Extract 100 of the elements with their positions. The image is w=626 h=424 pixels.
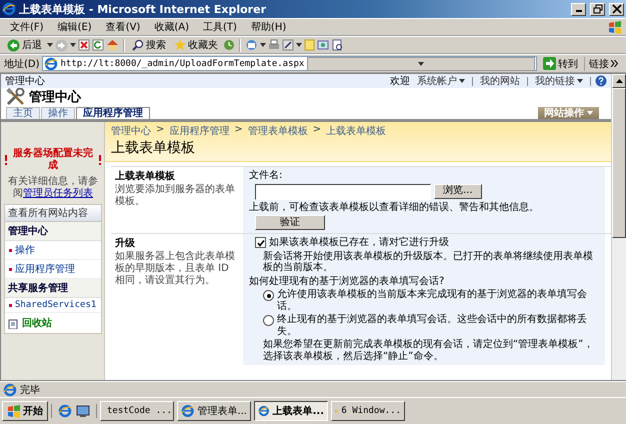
breadcrumb-separator: > [234, 124, 243, 137]
browser-icon [181, 404, 194, 418]
site-title: 管理中心 [29, 88, 81, 106]
menu-item[interactable]: 编辑(E) [52, 20, 98, 34]
address-field[interactable]: http://lt:8000/_admin/UploadFormTemplate.aspx [42, 56, 537, 71]
radio-label: 允许使用该表单模板的当前版本来完成现有的基于浏览器的表单填写会话。 [277, 289, 588, 312]
warning-text: 服务器场配置未完成 [12, 148, 94, 172]
breadcrumb-link[interactable]: 管理表单模板 [248, 124, 308, 138]
upgrade-checkbox[interactable] [255, 237, 266, 248]
start-button[interactable]: 开始 [2, 401, 48, 421]
browser-icon [258, 404, 270, 418]
menu-item[interactable]: 文件(F) [4, 20, 50, 34]
menu-item[interactable]: 工具(T) [197, 20, 243, 34]
up-arrow-icon [616, 79, 622, 83]
back-button[interactable]: 后退 [4, 37, 45, 53]
info-text: 有关详细信息，请参阅管理员任务列表 [7, 176, 99, 200]
verify-button[interactable]: 验证 [255, 215, 325, 230]
checkbox-label: 如果该表单模板已存在，请对它进行升级 [269, 237, 449, 248]
breadcrumb-separator: > [156, 124, 164, 137]
view-all-content-link[interactable]: 查看所有网站内容 [5, 205, 101, 222]
search-button[interactable]: 搜索 [129, 37, 169, 53]
checkmark-icon [256, 238, 264, 247]
warning-icon [98, 155, 102, 165]
radio-label: 终止现有的基于浏览器的表单填写会话。这些会话中的所有数据都将丢失。 [277, 314, 588, 337]
quiesce-note: 如果您希望在更新前完成表单模板的现有会话，请定位到“管理表单模板”，选择该表单模板，然后选择“静止”命令。 [262, 339, 594, 362]
upload-hint: 上载前，可检查该表单模板以查看详细的错误、警告和其他信息。 [249, 202, 540, 213]
star-icon [174, 39, 186, 51]
back-menu-caret-icon [47, 43, 53, 47]
section-title: 升级 [115, 238, 136, 250]
browse-button[interactable]: 浏览... [434, 184, 482, 198]
breadcrumb-separator: > [312, 124, 322, 137]
section-description: 如果服务器上包含此表单模板的早期版本，且表单 ID 相同，请设置其行为。 [115, 251, 235, 286]
taskbar-button[interactable]: 上载表单... [254, 401, 328, 421]
minimize-button[interactable] [571, 2, 586, 16]
menu-item[interactable]: 帮助(H) [244, 20, 292, 34]
nav-heading[interactable]: 管理中心 [5, 222, 101, 241]
history-icon[interactable] [223, 39, 235, 51]
warning-icon [4, 155, 8, 165]
refresh-icon[interactable] [92, 39, 104, 51]
my-site-link[interactable]: 我的网站 [477, 74, 523, 88]
scrollbar[interactable] [611, 74, 626, 380]
windows-logo-icon [608, 20, 622, 34]
recycle-bin-link[interactable]: 回收站 [22, 316, 52, 330]
restore-icon [592, 4, 602, 14]
help-icon[interactable] [595, 75, 607, 87]
breadcrumb-link[interactable]: 上载表单模板 [326, 124, 386, 138]
search-icon [132, 39, 144, 51]
file-name-label: 文件名: [249, 170, 284, 182]
breadcrumb-link[interactable]: 管理中心 [111, 124, 151, 138]
task-list-link[interactable]: 管理员任务列表 [23, 188, 93, 199]
nav-item[interactable]: 操作 [5, 241, 101, 260]
my-links-menu[interactable]: 我的链接 [532, 74, 586, 88]
session-radio[interactable] [263, 315, 274, 326]
breadcrumb-link[interactable]: 应用程序管理 [169, 124, 230, 138]
taskbar-button[interactable]: 管理表单... [177, 401, 251, 421]
user-menu[interactable]: 系统帐户 [414, 74, 468, 88]
menu-item[interactable]: 收藏(A) [148, 20, 195, 34]
chevron-icon [611, 60, 618, 67]
edit-icon[interactable] [282, 39, 294, 51]
browser-icon [2, 2, 16, 16]
taskbar-button[interactable]: 6 Window... [331, 401, 405, 421]
messenger-icon[interactable] [317, 39, 329, 51]
stop-icon[interactable] [78, 39, 90, 51]
go-button[interactable]: 转到 [539, 56, 582, 70]
arrow-icon [543, 57, 556, 70]
desktop-icon[interactable] [76, 404, 90, 418]
address-label: 地址(D) [4, 58, 40, 70]
welcome-text: 欢迎 [390, 74, 410, 88]
recycle-bin-icon [8, 318, 18, 328]
caret-icon [577, 79, 583, 83]
restore-button[interactable] [590, 2, 605, 16]
section-title: 上载表单模板 [115, 171, 176, 183]
favorites-button[interactable]: 收藏夹 [171, 37, 221, 53]
research-icon[interactable] [331, 39, 343, 51]
mail-icon[interactable] [245, 39, 258, 51]
page-title: 上载表单模板 [111, 139, 196, 157]
tools-icon [6, 88, 26, 106]
menu-item[interactable]: 查看(V) [100, 20, 146, 34]
browser-icon [58, 404, 72, 418]
taskbar-button[interactable]: testCode ... [100, 401, 174, 421]
session-question: 如何处理现有的基于浏览器的表单填写会话? [249, 276, 446, 287]
caret-icon [459, 79, 465, 83]
caret-icon [587, 111, 593, 115]
site-label: 管理中心 [5, 74, 45, 88]
section-description: 浏览要添加到服务器的表单模板。 [115, 184, 235, 207]
edit-menu-caret-icon [296, 43, 302, 47]
close-icon [612, 4, 622, 14]
nav-tab[interactable]: 主页 [6, 107, 40, 119]
file-name-field[interactable] [255, 184, 431, 200]
home-icon[interactable] [106, 39, 119, 51]
nav-tab[interactable]: 操作 [41, 107, 75, 119]
page-icon [44, 56, 58, 70]
nav-item[interactable]: SharedServices1 [5, 298, 101, 313]
nav-tab[interactable]: 应用程序管理 [76, 107, 150, 119]
windows-logo-icon [7, 404, 21, 418]
print-icon[interactable] [268, 39, 280, 51]
session-radio[interactable] [263, 290, 274, 301]
close-button[interactable] [609, 2, 624, 16]
links-button[interactable]: 链接 [584, 56, 622, 70]
nav-heading[interactable]: 共享服务管理 [5, 279, 101, 298]
